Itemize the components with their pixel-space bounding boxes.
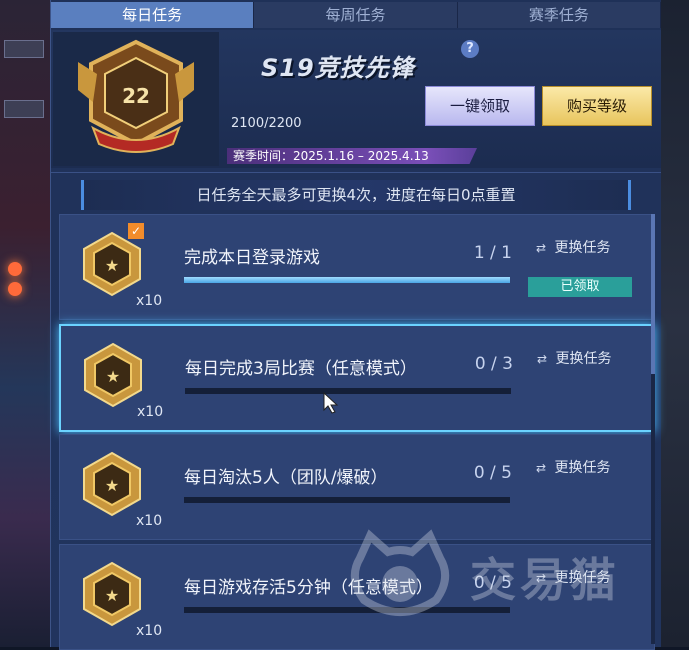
background-sign <box>4 40 44 58</box>
task-count: 0 / 3 <box>474 354 513 374</box>
season-header: 22 S19竞技先锋 ? 一键领取 购买等级 2100/2200 赛季时间：20… <box>51 30 661 168</box>
claimed-check-icon: ✓ <box>128 223 144 239</box>
task-row[interactable]: ★ x10 每日淘汰5人（团队/爆破） 0 / 5 ⇄ 更换任务 <box>59 434 655 540</box>
claim-all-button[interactable]: 一键领取 <box>425 86 535 126</box>
reward-amount: x10 <box>137 404 164 420</box>
tab-daily[interactable]: 每日任务 <box>51 2 255 28</box>
rank-level: 22 <box>122 84 150 108</box>
swap-task-button[interactable]: ⇄ 更换任务 <box>537 348 611 368</box>
svg-text:★: ★ <box>105 476 119 495</box>
task-progress-fill <box>184 277 510 283</box>
star-medal-icon: ★ <box>83 451 141 517</box>
mouse-cursor-icon <box>323 392 339 414</box>
task-name: 每日完成3局比赛（任意模式） <box>185 359 417 379</box>
task-count: 0 / 5 <box>473 463 512 483</box>
star-medal-icon: ★ <box>84 342 142 408</box>
divider <box>51 172 661 173</box>
background-lantern <box>8 282 22 296</box>
swap-task-button[interactable]: ⇄ 更换任务 <box>536 457 610 477</box>
task-progress-bar <box>185 388 511 394</box>
task-name: 完成本日登录游戏 <box>184 248 320 268</box>
season-time: 赛季时间：2025.1.16 – 2025.4.13 <box>227 148 477 164</box>
tab-bar: 每日任务 每周任务 赛季任务 <box>51 2 661 28</box>
swap-task-label: 更换任务 <box>554 460 611 476</box>
info-bar: 日任务全天最多可更换4次，进度在每日0点重置 <box>81 180 631 210</box>
reward-amount: x10 <box>136 513 163 529</box>
help-icon[interactable]: ? <box>461 40 479 58</box>
rank-badge-icon: 22 <box>78 39 194 153</box>
star-medal-icon: ★ <box>83 561 141 627</box>
task-row[interactable]: ★ ✓ x10 完成本日登录游戏 1 / 1 ⇄ 更换任务 已领取 <box>59 214 655 320</box>
task-name: 每日淘汰5人（团队/爆破） <box>184 468 388 488</box>
season-progress: 2100/2200 <box>231 116 302 131</box>
task-row-selected[interactable]: ★ x10 每日完成3局比赛（任意模式） 0 / 3 ⇄ 更换任务 <box>59 324 655 432</box>
scrollbar-thumb[interactable] <box>651 214 655 374</box>
swap-task-label: 更换任务 <box>554 240 611 256</box>
swap-task-button[interactable]: ⇄ 更换任务 <box>536 237 610 257</box>
watermark: 交易猫 <box>340 528 640 628</box>
tab-season[interactable]: 赛季任务 <box>458 2 661 28</box>
task-count: 1 / 1 <box>473 243 512 263</box>
svg-text:★: ★ <box>105 256 119 275</box>
background-lantern <box>8 262 22 276</box>
svg-text:★: ★ <box>105 586 119 605</box>
swap-icon: ⇄ <box>536 241 547 255</box>
watermark-cat-icon <box>350 529 450 616</box>
swap-icon: ⇄ <box>537 352 548 366</box>
background-sign <box>4 100 44 118</box>
task-progress-bar <box>184 497 510 503</box>
season-title: S19竞技先锋 <box>261 54 415 82</box>
swap-icon: ⇄ <box>536 461 547 475</box>
swap-task-label: 更换任务 <box>555 351 612 367</box>
tab-weekly[interactable]: 每周任务 <box>254 2 458 28</box>
reward-amount: x10 <box>136 623 163 639</box>
reward-amount: x10 <box>136 293 163 309</box>
buy-level-button[interactable]: 购买等级 <box>542 86 652 126</box>
star-medal-icon: ★ <box>83 231 141 297</box>
rank-badge: 22 <box>53 32 219 166</box>
claimed-badge: 已领取 <box>528 277 632 297</box>
task-progress-bar <box>184 277 510 283</box>
background-right <box>659 0 689 647</box>
watermark-text: 交易猫 <box>470 553 620 607</box>
svg-text:★: ★ <box>106 367 120 386</box>
